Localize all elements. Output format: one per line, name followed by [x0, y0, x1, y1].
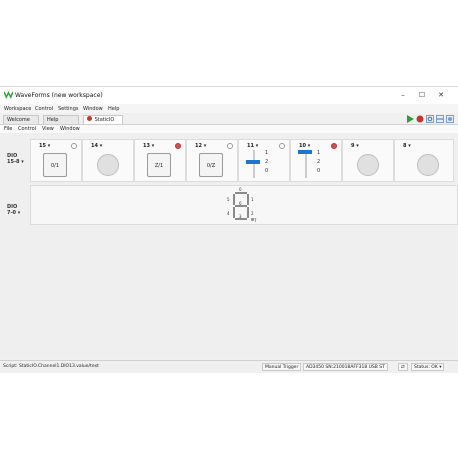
slider-track — [253, 150, 255, 178]
menu-help[interactable]: Help — [108, 106, 119, 112]
tab-help[interactable]: Help — [43, 115, 79, 124]
chevron-down-icon: ▾ — [21, 159, 24, 165]
segment-label: 6 — [239, 201, 242, 206]
io-dio-13[interactable]: 13 ▾ Z/1 — [134, 139, 186, 182]
tab-staticio-label: StaticIO — [94, 117, 115, 123]
led-indicator — [417, 154, 439, 176]
menu-settings[interactable]: Settings — [58, 106, 79, 112]
slider-tick-label: 0 — [265, 168, 269, 174]
io-dio-9[interactable]: 9 ▾ — [342, 139, 394, 182]
menu-control[interactable]: Control — [35, 106, 53, 112]
io-label: 13 ▾ — [143, 143, 155, 149]
status-indicator-icon — [279, 143, 285, 149]
stop-icon[interactable] — [416, 115, 424, 123]
led-indicator — [357, 154, 379, 176]
status-indicator-icon — [227, 143, 233, 149]
seven-segment-display: 0 5 1 6 4 2 3 7 — [227, 187, 257, 224]
waveforms-logo-icon — [4, 91, 13, 99]
record-icon — [87, 116, 92, 121]
seven-segment-area: 0 5 1 6 4 2 3 7 — [30, 185, 458, 225]
slider-tick-label: 2 — [265, 159, 269, 165]
status-bar: Script: StaticIO.Channel1.DIO13.value/te… — [0, 360, 458, 373]
led-indicator — [97, 154, 119, 176]
segment-label: 1 — [251, 197, 254, 202]
close-button[interactable]: ✕ — [434, 89, 448, 101]
segment-label: 2 — [251, 211, 254, 216]
toggle-button[interactable]: 0/1 — [43, 153, 67, 177]
io-dio-8[interactable]: 8 ▾ — [394, 139, 454, 182]
segment-label: 7 — [254, 218, 257, 223]
slider-tick-label: 1 — [265, 150, 269, 156]
menu-instrument-window[interactable]: Window — [60, 126, 80, 132]
slider-thumb[interactable] — [298, 150, 312, 154]
io-label: 15 ▾ — [39, 143, 51, 149]
segment-label: 3 — [239, 214, 242, 219]
script-status: Script: StaticIO.Channel1.DIO13.value/te… — [3, 364, 99, 369]
tab-bar: Welcome + Help StaticIO × — [0, 113, 458, 132]
tab-welcome-label: Welcome — [7, 117, 30, 123]
menu-window[interactable]: Window — [83, 106, 103, 112]
slider-tick-label: 1 — [317, 150, 321, 156]
io-dio-10[interactable]: 10 ▾ 1 2 0 — [290, 139, 342, 182]
menu-file[interactable]: File — [4, 126, 12, 132]
status-indicator-icon — [175, 143, 181, 149]
segment-label: 0 — [239, 187, 242, 192]
status-indicator-icon — [331, 143, 337, 149]
slider-tick-label: 2 — [317, 159, 321, 165]
manual-trigger-button[interactable]: Manual Trigger — [262, 363, 302, 371]
segment-label: 4 — [227, 211, 230, 216]
toggle-button[interactable]: Z/1 — [147, 153, 171, 177]
group-dio-7-0[interactable]: DIO 7-0 ▾ — [7, 204, 20, 216]
zoom-icon[interactable] — [426, 115, 434, 123]
slider-track — [305, 150, 307, 178]
settings-icon[interactable] — [446, 115, 454, 123]
layout-icon[interactable] — [436, 115, 444, 123]
slider-thumb[interactable] — [246, 160, 260, 164]
io-label: 9 ▾ — [351, 143, 359, 149]
io-dio-12[interactable]: 12 ▾ 0/Z — [186, 139, 238, 182]
io-label: 12 ▾ — [195, 143, 207, 149]
menu-view[interactable]: View — [42, 126, 54, 132]
title-bar: WaveForms (new workspace) – ☐ ✕ — [0, 87, 458, 104]
minimize-button[interactable]: – — [396, 89, 410, 101]
group-dio-15-8[interactable]: DIO 15-8 ▾ — [7, 153, 24, 165]
menu-instrument-control[interactable]: Control — [18, 126, 36, 132]
main-menu-bar: Workspace Control Settings Window Help — [0, 104, 458, 113]
group-label-bottom: 15-8 — [7, 159, 20, 165]
chevron-down-icon: ▾ — [17, 210, 21, 216]
io-label: 8 ▾ — [403, 143, 411, 149]
io-label: 14 ▾ — [91, 143, 103, 149]
status-ok[interactable]: Status: OK ▾ — [411, 363, 445, 371]
segment-label: 5 — [227, 197, 230, 202]
io-dio-11[interactable]: 11 ▾ 1 2 0 — [238, 139, 290, 182]
tab-help-label: Help — [47, 117, 59, 123]
slider-tick-label: 0 — [317, 168, 321, 174]
maximize-button[interactable]: ☐ — [415, 89, 429, 101]
tab-welcome[interactable]: Welcome + — [3, 115, 39, 132]
status-indicator-icon — [71, 143, 77, 149]
link-icon[interactable]: ⇄ — [398, 363, 408, 371]
io-label: 10 ▾ — [299, 143, 311, 149]
group-label-bottom: 7-0 — [7, 210, 17, 216]
window-title: WaveForms (new workspace) — [15, 92, 103, 99]
io-dio-14[interactable]: 14 ▾ — [82, 139, 134, 182]
io-dio-15[interactable]: 15 ▾ 0/1 — [30, 139, 82, 182]
run-icon[interactable] — [406, 115, 414, 123]
io-label: 11 ▾ — [247, 143, 259, 149]
toggle-button[interactable]: 0/Z — [199, 153, 223, 177]
instrument-menu-bar: File Control View Window — [0, 125, 458, 133]
menu-workspace[interactable]: Workspace — [4, 106, 31, 112]
device-info[interactable]: AD3450 SN:210018AFF318 USB ST — [303, 363, 388, 371]
tab-staticio[interactable]: StaticIO × — [83, 115, 123, 132]
waveforms-window: WaveForms (new workspace) – ☐ ✕ Workspac… — [0, 86, 458, 373]
